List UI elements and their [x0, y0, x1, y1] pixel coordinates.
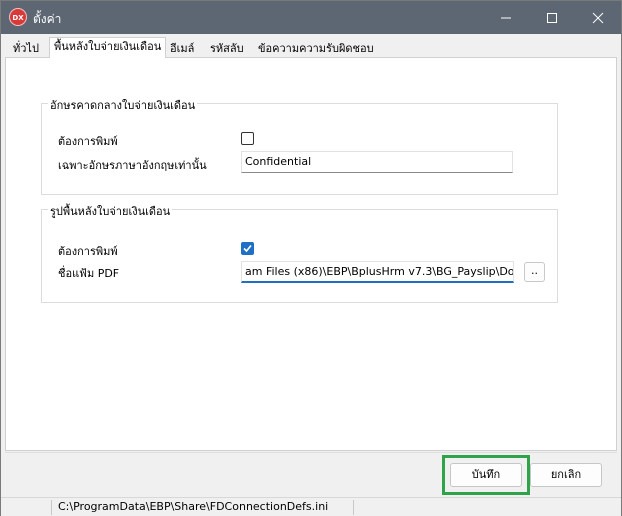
tab-general[interactable]: ทั่วไป: [8, 39, 44, 57]
background-groupbox: รูปพื้นหลังใบจ่ายเงินเดือน ต้องการพิมพ์ …: [41, 202, 558, 303]
window-title: ตั้งค่า: [33, 12, 62, 26]
button-bar: บันทึก ยกเลิก: [5, 452, 617, 496]
settings-window: DX ตั้งค่า ทั่วไป พื้นหลังใบจ่ายเงินเดือ…: [0, 0, 622, 516]
tab-strip: ทั่วไป พื้นหลังใบจ่ายเงินเดือน อีเมล์ รห…: [5, 37, 617, 58]
checkmark-icon: [243, 244, 252, 253]
status-divider: [51, 500, 52, 515]
english-only-label: เฉพาะอักษรภาษาอังกฤษเท่านั้น: [58, 159, 207, 172]
maximize-icon: [547, 13, 557, 23]
watermark-group-title: อักษรคาดกลางใบจ่ายเงินเดือน: [48, 96, 198, 114]
background-print-label: ต้องการพิมพ์: [58, 245, 118, 258]
minimize-icon: [501, 17, 511, 19]
watermark-groupbox: อักษรคาดกลางใบจ่ายเงินเดือน ต้องการพิมพ์…: [41, 96, 558, 195]
title-bar[interactable]: DX ตั้งค่า: [1, 1, 621, 34]
background-print-checkbox[interactable]: [241, 242, 254, 255]
cancel-button[interactable]: ยกเลิก: [530, 463, 602, 487]
tab-email[interactable]: อีเมล์: [165, 39, 199, 57]
watermark-text-input[interactable]: Confidential: [241, 151, 513, 173]
status-path: C:\ProgramData\EBP\Share\FDConnectionDef…: [58, 500, 329, 513]
status-divider: [353, 500, 354, 515]
watermark-print-label: ต้องการพิมพ์: [58, 135, 118, 148]
tab-payslip-background[interactable]: พื้นหลังใบจ่ายเงินเดือน: [49, 37, 167, 58]
pdf-file-label: ชื่อแฟ้ม PDF: [58, 267, 120, 280]
app-logo-icon: DX: [9, 8, 27, 26]
save-button[interactable]: บันทึก: [450, 463, 522, 487]
tab-disclaimer[interactable]: ข้อความความรับผิดชอบ: [253, 39, 379, 57]
minimize-button[interactable]: [483, 1, 529, 34]
maximize-button[interactable]: [529, 1, 575, 34]
tab-password[interactable]: รหัสลับ: [205, 39, 249, 57]
tab-panel: อักษรคาดกลางใบจ่ายเงินเดือน ต้องการพิมพ์…: [5, 57, 617, 451]
close-button[interactable]: [575, 1, 621, 34]
status-bar: C:\ProgramData\EBP\Share\FDConnectionDef…: [1, 497, 621, 516]
close-icon: [592, 12, 604, 24]
browse-button[interactable]: ..: [524, 262, 545, 282]
watermark-print-checkbox[interactable]: [241, 132, 254, 145]
background-group-title: รูปพื้นหลังใบจ่ายเงินเดือน: [48, 202, 173, 220]
pdf-path-input[interactable]: am Files (x86)\EBP\BplusHrm v7.3\BG_Pays…: [241, 261, 514, 283]
